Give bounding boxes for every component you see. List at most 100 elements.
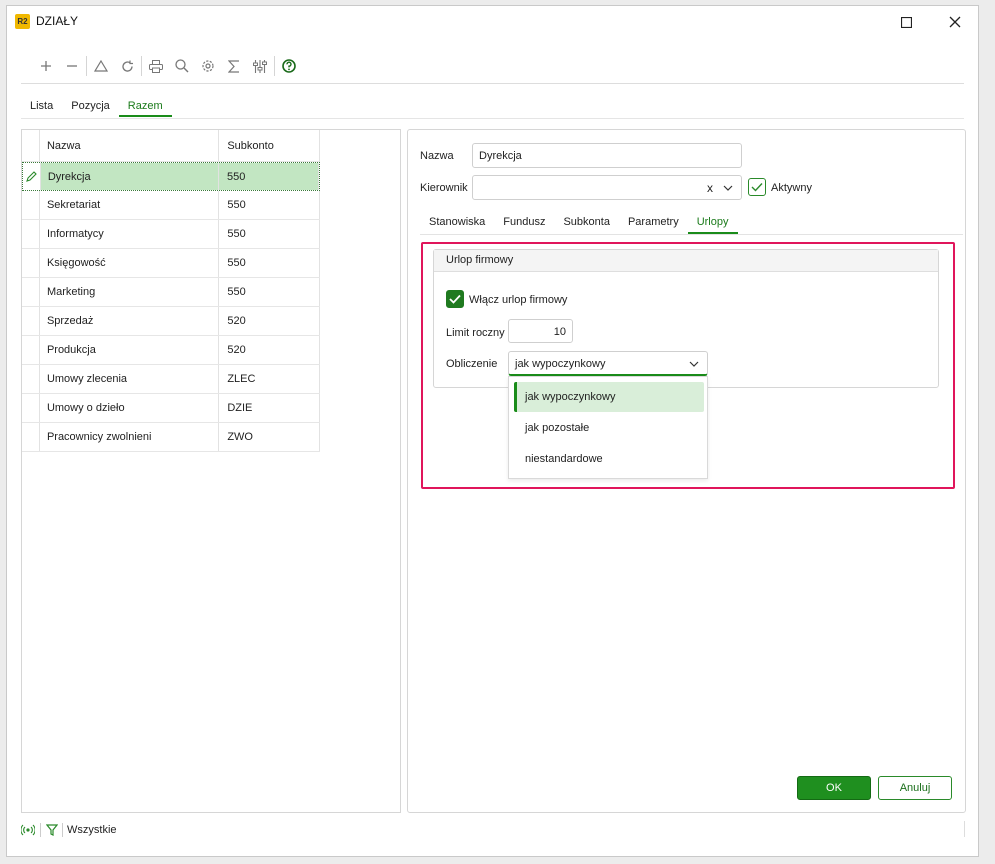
nazwa-field[interactable]: Dyrekcja [472, 143, 742, 168]
cell-nazwa[interactable]: Sprzedaż [40, 307, 220, 335]
tab-pozycja[interactable]: Pozycja [62, 98, 119, 117]
signal-icon [21, 824, 35, 836]
sigma-icon [228, 59, 239, 73]
table-row[interactable]: Informatycy 550 [22, 220, 320, 249]
tab-fundusz[interactable]: Fundusz [494, 214, 554, 234]
departments-grid: Nazwa Subkonto Dyrekcja 550 Sekretariat … [22, 130, 320, 452]
tab-razem[interactable]: Razem [118, 98, 172, 117]
remove-button[interactable] [59, 56, 85, 76]
grid-header: Nazwa Subkonto [22, 130, 320, 162]
tab-urlopy[interactable]: Urlopy [687, 214, 738, 234]
pencil-icon [26, 171, 37, 182]
cell-nazwa[interactable]: Informatycy [40, 220, 220, 248]
add-button[interactable] [33, 56, 59, 76]
cell-subkonto[interactable]: ZWO [219, 423, 320, 451]
cell-subkonto[interactable]: 550 [219, 249, 320, 277]
ok-button[interactable]: OK [797, 776, 871, 800]
kierownik-combobox[interactable]: x [472, 175, 742, 200]
title-bar: R2 DZIAŁY [7, 6, 978, 38]
columns-button[interactable] [247, 56, 273, 76]
toolbar [33, 56, 302, 76]
kierownik-label: Kierownik [420, 182, 468, 194]
obliczenie-dropdown-list: jak wypoczynkowy jak pozostałe niestanda… [508, 376, 708, 479]
tab-parametry[interactable]: Parametry [619, 214, 688, 234]
help-button[interactable] [276, 56, 302, 76]
maximize-icon [900, 16, 912, 28]
toolbar-separator [86, 56, 87, 76]
dropdown-option-jak-wypoczynkowy[interactable]: jak wypoczynkowy [514, 382, 704, 412]
toolbar-divider [21, 83, 964, 84]
aktywny-label: Aktywny [771, 182, 812, 194]
search-button[interactable] [169, 56, 195, 76]
row-indicator [22, 394, 40, 422]
cell-subkonto[interactable]: 550 [218, 163, 319, 190]
status-separator [40, 823, 41, 837]
cell-nazwa[interactable]: Pracownicy zwolnieni [40, 423, 220, 451]
row-indicator [22, 365, 40, 393]
view-tabs: Lista Pozycja Razem [21, 98, 172, 118]
print-button[interactable] [143, 56, 169, 76]
cell-nazwa[interactable]: Umowy o dzieło [40, 394, 220, 422]
cell-nazwa[interactable]: Dyrekcja [40, 163, 219, 190]
close-button[interactable] [941, 10, 969, 34]
tabs-divider [21, 118, 964, 119]
settings-button[interactable] [195, 56, 221, 76]
table-row[interactable]: Umowy zlecenia ZLEC [22, 365, 320, 394]
gear-icon [202, 60, 214, 72]
close-icon [949, 16, 961, 28]
table-row[interactable]: Produkcja 520 [22, 336, 320, 365]
column-header-subkonto[interactable]: Subkonto [219, 130, 320, 161]
table-row[interactable]: Sekretariat 550 [22, 191, 320, 220]
cell-nazwa[interactable]: Marketing [40, 278, 220, 306]
filter-icon[interactable] [46, 824, 58, 836]
obliczenie-select[interactable]: jak wypoczynkowy [508, 351, 708, 376]
cell-subkonto[interactable]: 520 [219, 336, 320, 364]
aktywny-checkbox[interactable] [748, 178, 766, 196]
tab-lista[interactable]: Lista [21, 98, 62, 117]
nazwa-label: Nazwa [420, 150, 454, 162]
filter-label[interactable]: Wszystkie [67, 824, 117, 836]
main-window: R2 DZIAŁY Lista Pozycja Razem Nazwa Subk… [6, 5, 979, 857]
clear-kierownik-button[interactable]: x [707, 181, 713, 195]
refresh-button[interactable] [114, 56, 140, 76]
urlop-firmowy-group: Urlop firmowy Włącz urlop firmowy Limit … [433, 249, 939, 388]
refresh-icon [121, 60, 133, 72]
row-indicator [22, 278, 40, 306]
search-icon [175, 59, 189, 73]
obliczenie-value: jak wypoczynkowy [515, 358, 606, 370]
chevron-down-icon[interactable] [723, 185, 733, 191]
chevron-down-icon[interactable] [689, 361, 699, 367]
cell-subkonto[interactable]: 550 [219, 220, 320, 248]
column-header-nazwa[interactable]: Nazwa [40, 130, 220, 161]
tab-subkonta[interactable]: Subkonta [554, 214, 618, 234]
table-row[interactable]: Sprzedaż 520 [22, 307, 320, 336]
cell-subkonto[interactable]: ZLEC [219, 365, 320, 393]
cell-subkonto[interactable]: 520 [219, 307, 320, 335]
limit-roczny-input[interactable]: 10 [508, 319, 573, 343]
table-row[interactable]: Dyrekcja 550 [22, 162, 320, 191]
row-indicator [22, 336, 40, 364]
wlacz-urlop-checkbox[interactable] [446, 290, 464, 308]
print-icon [149, 59, 163, 73]
wlacz-urlop-label: Włącz urlop firmowy [469, 294, 568, 306]
status-separator [62, 823, 63, 837]
table-row[interactable]: Księgowość 550 [22, 249, 320, 278]
cell-nazwa[interactable]: Księgowość [40, 249, 220, 277]
maximize-button[interactable] [892, 10, 920, 34]
cell-nazwa[interactable]: Produkcja [40, 336, 220, 364]
table-row[interactable]: Pracownicy zwolnieni ZWO [22, 423, 320, 452]
cancel-button[interactable]: Anuluj [878, 776, 952, 800]
cell-nazwa[interactable]: Sekretariat [40, 191, 220, 219]
triangle-button[interactable] [88, 56, 114, 76]
check-icon [449, 294, 461, 304]
dropdown-option-niestandardowe[interactable]: niestandardowe [514, 444, 704, 474]
dropdown-option-jak-pozostale[interactable]: jak pozostałe [514, 413, 704, 443]
cell-subkonto[interactable]: 550 [219, 191, 320, 219]
tab-stanowiska[interactable]: Stanowiska [420, 214, 494, 234]
table-row[interactable]: Marketing 550 [22, 278, 320, 307]
sum-button[interactable] [221, 56, 247, 76]
cell-subkonto[interactable]: 550 [219, 278, 320, 306]
cell-subkonto[interactable]: DZIE [219, 394, 320, 422]
table-row[interactable]: Umowy o dzieło DZIE [22, 394, 320, 423]
cell-nazwa[interactable]: Umowy zlecenia [40, 365, 220, 393]
